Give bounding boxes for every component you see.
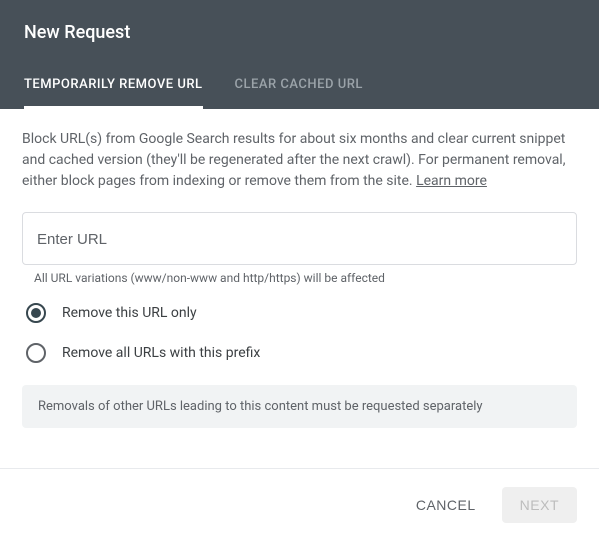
radio-remove-prefix[interactable]: Remove all URLs with this prefix [22, 343, 577, 363]
radio-icon [26, 343, 46, 363]
tab-clear-cached[interactable]: CLEAR CACHED URL [235, 67, 363, 109]
url-input-helper: All URL variations (www/non-www and http… [34, 271, 577, 285]
cancel-button[interactable]: CANCEL [406, 489, 486, 521]
radio-label: Remove this URL only [62, 305, 197, 321]
description-text: Block URL(s) from Google Search results … [22, 129, 577, 192]
radio-remove-url-only[interactable]: Remove this URL only [22, 303, 577, 323]
url-input[interactable] [37, 231, 562, 248]
tab-temporarily-remove[interactable]: TEMPORARILY REMOVE URL [24, 67, 203, 109]
dialog-header: New Request TEMPORARILY REMOVE URL CLEAR… [0, 0, 599, 109]
next-button[interactable]: NEXT [502, 487, 577, 523]
info-banner: Removals of other URLs leading to this c… [22, 385, 577, 428]
url-input-container[interactable] [22, 212, 577, 265]
dialog-content: Block URL(s) from Google Search results … [0, 109, 599, 448]
radio-label: Remove all URLs with this prefix [62, 345, 260, 361]
tabs: TEMPORARILY REMOVE URL CLEAR CACHED URL [24, 67, 575, 109]
dialog-title: New Request [24, 22, 575, 43]
learn-more-link[interactable]: Learn more [416, 173, 487, 189]
dialog-footer: CANCEL NEXT [0, 469, 599, 541]
radio-icon [26, 303, 46, 323]
